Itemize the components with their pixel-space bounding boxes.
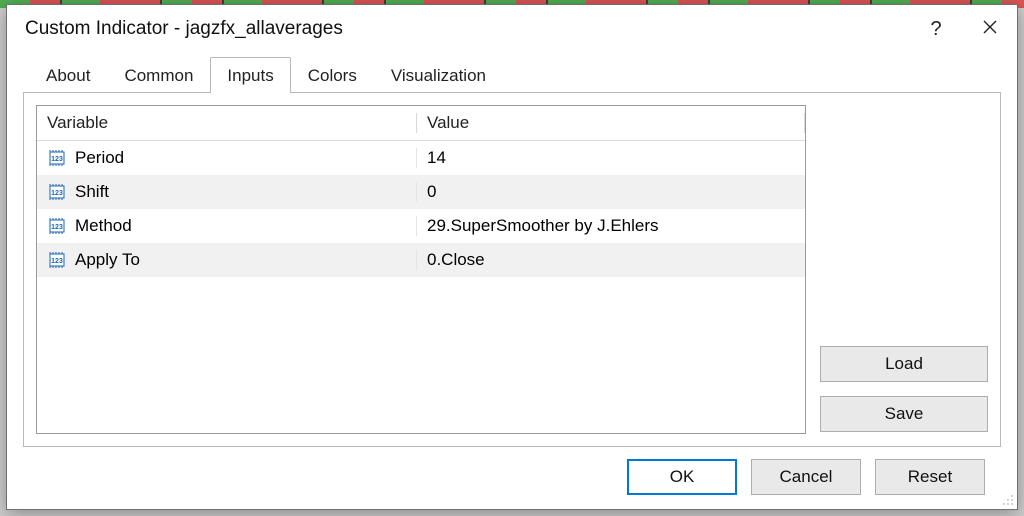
custom-indicator-dialog: Custom Indicator - jagzfx_allaverages ? … xyxy=(6,4,1018,510)
int-icon: 123 xyxy=(47,217,67,235)
cell-variable: Period xyxy=(75,148,124,168)
help-button[interactable]: ? xyxy=(909,5,963,53)
cell-value: 14 xyxy=(427,148,446,167)
cell-value: 0 xyxy=(427,182,436,201)
grid-header: Variable Value xyxy=(37,106,805,141)
cell-variable: Apply To xyxy=(75,250,140,270)
side-buttons: Load Save xyxy=(820,105,988,434)
svg-text:123: 123 xyxy=(51,224,63,231)
grid-row[interactable]: 123 Apply To 0.Close xyxy=(37,243,805,277)
svg-text:123: 123 xyxy=(51,190,63,197)
cell-value: 29.SuperSmoother by J.Ehlers xyxy=(427,216,659,235)
cell-value: 0.Close xyxy=(427,250,485,269)
tab-inputs[interactable]: Inputs xyxy=(210,57,290,93)
tab-common[interactable]: Common xyxy=(107,57,210,93)
grid-row[interactable]: 123 Period 14 xyxy=(37,141,805,175)
cancel-button[interactable]: Cancel xyxy=(751,459,861,495)
int-icon: 123 xyxy=(47,183,67,201)
titlebar[interactable]: Custom Indicator - jagzfx_allaverages ? xyxy=(7,5,1017,53)
ok-button[interactable]: OK xyxy=(627,459,737,495)
inputs-grid[interactable]: Variable Value 123 Period 14 xyxy=(36,105,806,434)
svg-text:123: 123 xyxy=(51,258,63,265)
grid-body: 123 Period 14 123 Shift xyxy=(37,141,805,433)
svg-text:123: 123 xyxy=(51,156,63,163)
help-icon: ? xyxy=(930,18,941,41)
save-button[interactable]: Save xyxy=(820,396,988,432)
window-title: Custom Indicator - jagzfx_allaverages xyxy=(25,18,343,40)
cell-variable: Method xyxy=(75,216,132,236)
tab-colors[interactable]: Colors xyxy=(291,57,374,93)
grid-row[interactable]: 123 Shift 0 xyxy=(37,175,805,209)
close-button[interactable] xyxy=(963,5,1017,53)
tabstrip: About Common Inputs Colors Visualization xyxy=(23,53,1001,93)
grid-row[interactable]: 123 Method 29.SuperSmoother by J.Ehlers xyxy=(37,209,805,243)
dialog-footer: OK Cancel Reset xyxy=(23,447,1001,495)
int-icon: 123 xyxy=(47,251,67,269)
cell-variable: Shift xyxy=(75,182,109,202)
tabpage-inputs: Variable Value 123 Period 14 xyxy=(23,93,1001,447)
close-icon xyxy=(983,18,997,40)
load-button[interactable]: Load xyxy=(820,346,988,382)
header-variable: Variable xyxy=(47,113,108,133)
header-value: Value xyxy=(427,113,469,132)
int-icon: 123 xyxy=(47,149,67,167)
tab-visualization[interactable]: Visualization xyxy=(374,57,503,93)
tab-about[interactable]: About xyxy=(29,57,107,93)
reset-button[interactable]: Reset xyxy=(875,459,985,495)
